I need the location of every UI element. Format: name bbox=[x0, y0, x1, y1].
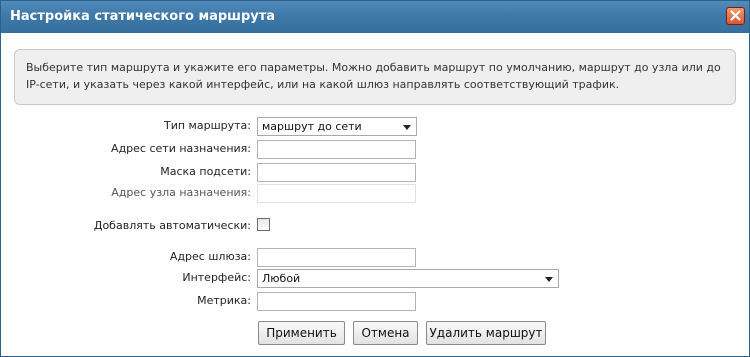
metric-input[interactable] bbox=[257, 292, 416, 311]
delete-route-button[interactable]: Удалить маршрут bbox=[426, 321, 546, 345]
apply-button[interactable]: Применить bbox=[258, 321, 345, 345]
dest-host-label: Адрес узла назначения: bbox=[111, 186, 251, 199]
metric-label: Метрика: bbox=[197, 294, 251, 307]
interface-value: Любой bbox=[262, 272, 301, 285]
chevron-down-icon bbox=[545, 277, 553, 282]
chevron-down-icon bbox=[403, 125, 411, 130]
interface-label: Интерфейс: bbox=[182, 271, 251, 284]
dest-network-label: Адрес сети назначения: bbox=[111, 142, 251, 155]
dialog-title: Настройка статического маршрута bbox=[10, 9, 276, 24]
dialog-titlebar[interactable]: Настройка статического маршрута bbox=[1, 1, 749, 33]
gateway-label: Адрес шлюза: bbox=[169, 250, 251, 263]
interface-select[interactable]: Любой bbox=[257, 269, 559, 288]
close-icon[interactable] bbox=[726, 7, 745, 25]
auto-add-label: Добавлять автоматически: bbox=[93, 219, 251, 232]
static-route-dialog: Настройка статического маршрута Выберите… bbox=[0, 0, 750, 357]
cancel-button[interactable]: Отмена bbox=[353, 321, 418, 345]
auto-add-checkbox[interactable] bbox=[257, 218, 270, 231]
info-box: Выберите тип маршрута и укажите его пара… bbox=[14, 49, 736, 105]
route-type-label: Тип маршрута: bbox=[164, 119, 251, 132]
netmask-label: Маска подсети: bbox=[160, 165, 251, 178]
dest-network-input[interactable] bbox=[257, 140, 416, 159]
info-text-line1: Выберите тип маршрута и укажите его пара… bbox=[26, 61, 721, 74]
route-type-value: маршрут до сети bbox=[262, 120, 362, 133]
info-text-line2: IP-сети, и указать через какой интерфейс… bbox=[26, 78, 620, 91]
dest-host-input bbox=[257, 184, 416, 203]
route-type-select[interactable]: маршрут до сети bbox=[257, 117, 417, 136]
netmask-input[interactable] bbox=[257, 163, 416, 182]
gateway-input[interactable] bbox=[257, 248, 416, 267]
